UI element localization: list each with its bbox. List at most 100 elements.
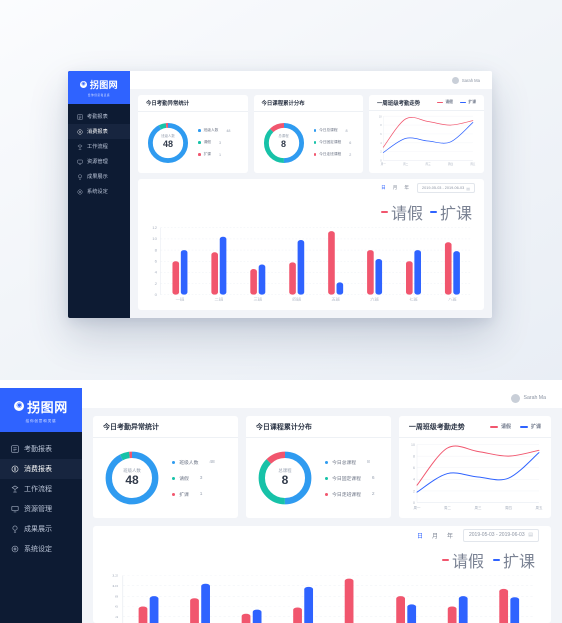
- legend-label: 请假: [179, 476, 189, 482]
- svg-text:三班: 三班: [253, 297, 262, 301]
- svg-text:0: 0: [380, 159, 382, 163]
- workflow-icon: [77, 143, 83, 150]
- legend-item[interactable]: 班级人数 48: [198, 128, 230, 133]
- sidebar-item-consumption[interactable]: 消费报表: [68, 124, 130, 139]
- legend-item[interactable]: 今日总课程 8: [313, 128, 352, 133]
- legend-item[interactable]: 今日总课程 8: [324, 459, 375, 466]
- legend-line-icon: [380, 211, 388, 213]
- sidebar-item-resource[interactable]: 资源管理: [0, 499, 82, 519]
- sidebar-item-resource[interactable]: 资源管理: [68, 154, 130, 169]
- legend-item[interactable]: 扩课: [429, 200, 472, 224]
- donut-center-value: 48: [162, 139, 173, 150]
- legend-dot-icon: [324, 476, 329, 481]
- settings-icon: [11, 545, 19, 553]
- legend-item[interactable]: 今日走班课程 2: [313, 152, 351, 157]
- donut-chart-course_donut: 总课程 8 今日总课程 8 今日固定课程 6 今日走班课程 2: [256, 449, 381, 507]
- sidebar-item-settings[interactable]: 系统设定: [68, 184, 130, 199]
- legend-dot-icon: [324, 492, 329, 497]
- svg-text:周五: 周五: [535, 505, 543, 510]
- chart-toolbar: 日月年 2019-05-03 - 2019-06-03 ▤: [93, 526, 551, 544]
- legend-item[interactable]: 请假 3: [172, 475, 215, 482]
- donut-center-value: 8: [281, 473, 289, 487]
- svg-text:0: 0: [413, 501, 415, 505]
- sidebar-item-label: 资源管理: [24, 506, 52, 513]
- consumption-icon: [77, 128, 83, 135]
- brand-logo[interactable]: ◉ 拐图网 给你创意和灵感: [68, 71, 130, 104]
- card-title-text: 今日课程累计分布: [255, 423, 312, 431]
- legend-item[interactable]: 班级人数 48: [172, 459, 215, 466]
- sidebar-item-label: 考勤报表: [24, 446, 52, 453]
- legend-value: 48: [226, 128, 231, 133]
- sidebar-item-achievement[interactable]: 成果展示: [68, 169, 130, 184]
- svg-text:二班: 二班: [215, 297, 224, 301]
- sidebar: ◉ 拐图网 给你创意和灵感考勤报表消费报表 工作流程资源管理成果展示系统设定: [0, 388, 82, 623]
- legend-item[interactable]: 请假: [380, 200, 423, 224]
- legend-dot-icon: [172, 492, 176, 497]
- legend-item[interactable]: 扩课: [459, 100, 477, 105]
- legend-item[interactable]: 扩课: [519, 423, 541, 430]
- svg-text:10: 10: [152, 238, 157, 241]
- period-option-月[interactable]: 月: [393, 185, 398, 191]
- legend-value: 3: [218, 140, 222, 145]
- date-range-picker[interactable]: 2019-05-03 - 2019-06-03 ▤: [463, 528, 539, 542]
- legend-item[interactable]: 今日走班课程 2: [324, 491, 375, 498]
- card-weekly-trend: 一周班级考勤走势 请假 扩课 0 2 4 6 8 10 周一 周二 周三 周四 周五: [398, 416, 551, 519]
- period-option-日[interactable]: 日: [417, 531, 423, 540]
- svg-text:6: 6: [115, 605, 119, 608]
- logo-glyph-icon: ◉: [80, 81, 88, 88]
- legend-label: 扩课: [468, 100, 477, 105]
- sidebar: ◉ 拐图网 给你创意和灵感考勤报表 消费报表 工作流程 资源管理 成果展示 系统设定: [68, 71, 130, 318]
- svg-text:8: 8: [155, 249, 157, 252]
- period-option-年[interactable]: 年: [404, 185, 409, 191]
- donut-legend: 今日总课程 8 今日固定课程 6 今日走班课程 2: [313, 128, 352, 157]
- legend-item[interactable]: 请假: [489, 423, 511, 431]
- period-option-月[interactable]: 月: [432, 531, 438, 540]
- sidebar-item-workflow[interactable]: 工作流程: [0, 479, 82, 499]
- sidebar-item-label: 系统设定: [24, 546, 52, 553]
- legend-item[interactable]: 请假: [436, 100, 453, 105]
- avatar: [451, 76, 459, 84]
- resource-icon: [11, 505, 19, 513]
- period-option-年[interactable]: 年: [447, 531, 453, 540]
- mockup-page: ◉ 拐图网 给你创意和灵感 考勤报表 消费报表 工作流程 资源管理 成果展示 系统设定 Sarah…: [0, 0, 562, 623]
- sidebar-item-workflow[interactable]: 工作流程: [68, 139, 130, 154]
- settings-icon: [77, 189, 83, 195]
- sidebar-item-consumption[interactable]: 消费报表: [0, 459, 82, 479]
- topbar: Sarah Ma: [82, 388, 562, 409]
- legend-dot-icon: [172, 476, 176, 481]
- card-title-text: 今日考勤异常统计: [146, 101, 190, 107]
- legend-label: 请假: [500, 424, 511, 431]
- legend-item[interactable]: 扩课 1: [198, 152, 230, 157]
- legend-line-icon: [489, 425, 498, 428]
- user-menu[interactable]: Sarah Ma: [510, 393, 546, 403]
- card-attendance-stats: 今日考勤异常统计 班级人数 48 班级人数 48 请假 3 扩课 1: [138, 95, 248, 173]
- browser-mockup: ◉ 拐图网 给你创意和灵感考勤报表 消费报表 工作流程 资源管理 成果展示 系统设定 Sarah…: [68, 71, 492, 318]
- sidebar-item-achievement[interactable]: 成果展示: [0, 519, 82, 539]
- chart-toolbar: 日 月年 2019-05-03 - 2019-06-03 ▤: [138, 179, 484, 197]
- date-range-picker[interactable]: 2019-05-03 - 2019-06-03 ▤: [417, 183, 475, 193]
- legend-item[interactable]: 今日固定课程 6: [313, 140, 351, 145]
- card-title-text: 今日考勤异常统计: [103, 423, 159, 431]
- sidebar-item-settings[interactable]: 系统设定: [0, 539, 82, 559]
- legend-label: 今日固定课程: [319, 140, 342, 144]
- sidebar-item-report[interactable]: 考勤报表: [0, 439, 82, 459]
- period-option-日[interactable]: 日: [381, 185, 386, 191]
- card-weekly-trend: 一周班级考勤走势 请假 扩课 0 2 4 6 8 10 周一 周二 周三 周四 周五: [369, 95, 485, 173]
- legend-label: 班级人数: [203, 128, 219, 132]
- svg-text:6: 6: [413, 466, 415, 470]
- legend-item[interactable]: 请假 3: [198, 140, 230, 145]
- donut-center-value: 48: [125, 473, 139, 487]
- legend-item[interactable]: 请假: [441, 548, 484, 572]
- legend-value: 2: [371, 491, 375, 497]
- user-menu[interactable]: Sarah Ma: [451, 76, 480, 84]
- sidebar-item-report[interactable]: 考勤报表: [68, 109, 130, 124]
- donut-legend: 班级人数 48 请假 3 扩课 1: [172, 459, 215, 498]
- svg-text:8: 8: [413, 455, 415, 459]
- legend-item[interactable]: 今日固定课程 6: [324, 475, 375, 482]
- brand-logo[interactable]: ◉ 拐图网 给你创意和灵感: [0, 388, 82, 432]
- donut-chart-course_donut: 总课程 8 今日总课程 8 今日固定课程 6 今日走班课程 2: [262, 121, 356, 165]
- legend-item[interactable]: 扩课 1: [172, 491, 215, 498]
- legend-item[interactable]: 扩课: [492, 548, 535, 572]
- legend-dot-icon: [198, 153, 201, 156]
- kpi-card-row: 今日考勤异常统计 班级人数 48 班级人数 48 请假 3 扩课 1 今日课程累计分布 总课程 8 今日…: [138, 95, 485, 173]
